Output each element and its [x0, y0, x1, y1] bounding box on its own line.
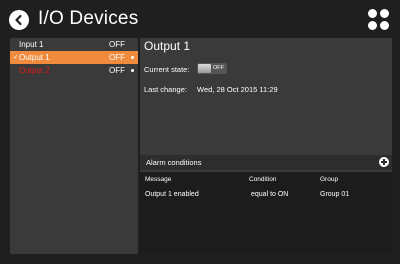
alarm-conditions-header: Alarm conditions — [140, 155, 392, 170]
column-header-group[interactable]: Group — [320, 176, 338, 183]
list-item-state: OFF — [109, 66, 125, 75]
list-item-output-2[interactable]: Output 2 OFF — [10, 64, 138, 77]
list-item-name: Output 1 — [19, 53, 50, 62]
list-item-input-1[interactable]: Input 1 OFF — [10, 38, 138, 51]
cell-condition: equal to ON — [251, 191, 289, 198]
device-list: Input 1 OFF ✓ Output 1 OFF Output 2 OFF — [10, 38, 138, 254]
toggle-label: OFF — [213, 65, 224, 71]
list-item-name: Input 1 — [19, 40, 44, 49]
add-alarm-button[interactable] — [379, 157, 389, 167]
apps-grid-icon[interactable] — [368, 9, 390, 31]
alarm-table: Message Condition Group Output 1 enabled… — [140, 172, 392, 254]
last-change-value: Wed, 28 Oct 2015 11:29 — [197, 85, 278, 94]
toggle-knob — [198, 64, 211, 73]
checkmark-icon: ✓ — [13, 54, 19, 61]
page-title: I/O Devices — [38, 8, 139, 29]
list-item-output-1[interactable]: ✓ Output 1 OFF — [10, 51, 138, 64]
column-header-message[interactable]: Message — [145, 176, 171, 183]
detail-title: Output 1 — [144, 39, 191, 53]
detail-panel: Output 1 Current state: OFF Last change:… — [140, 38, 392, 254]
header-bar: I/O Devices — [0, 0, 400, 38]
list-item-state: OFF — [109, 53, 125, 62]
list-item-state: OFF — [109, 40, 125, 49]
current-state-label: Current state: — [144, 65, 190, 74]
column-header-condition[interactable]: Condition — [249, 176, 276, 183]
last-change-label: Last change: — [144, 85, 187, 94]
list-item-name: Output 2 — [19, 66, 50, 75]
cell-group: Group 01 — [320, 191, 350, 198]
alarm-conditions-title: Alarm conditions — [146, 158, 202, 167]
cell-message: Output 1 enabled — [145, 191, 199, 198]
status-dot-icon — [131, 69, 134, 72]
back-button[interactable] — [9, 10, 29, 30]
back-arrow-icon — [15, 14, 22, 26]
state-toggle[interactable]: OFF — [197, 63, 227, 74]
status-dot-icon — [131, 56, 134, 59]
